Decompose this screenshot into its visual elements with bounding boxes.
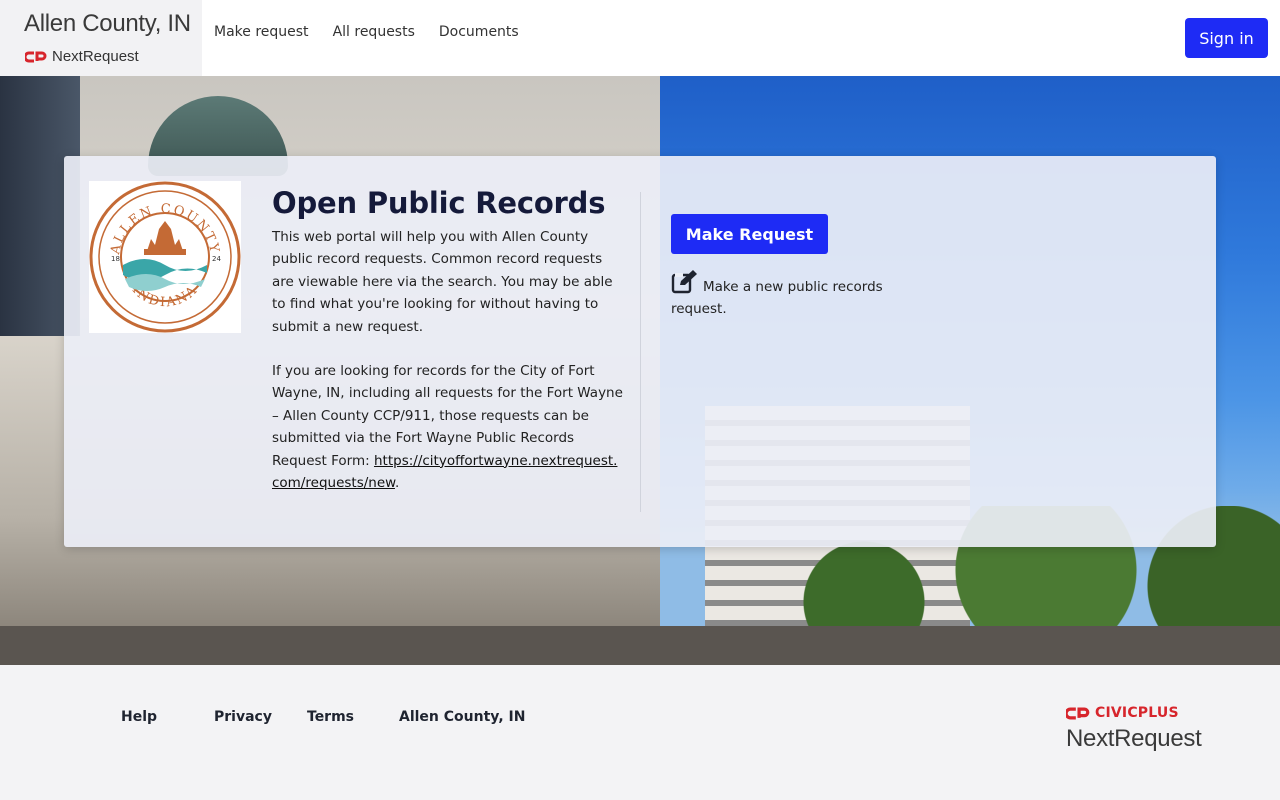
intro-description: This web portal will help you with Allen…: [272, 226, 624, 494]
footer-county-link[interactable]: Allen County, IN: [399, 709, 525, 725]
page-title: Open Public Records: [272, 186, 606, 220]
footer-privacy-link[interactable]: Privacy: [214, 709, 307, 725]
column-divider: [640, 192, 641, 512]
county-seal: ALLEN COUNTY INDIANA 18 24: [89, 181, 241, 333]
edit-icon: [671, 270, 697, 294]
brand-sub: NextRequest: [25, 48, 139, 65]
nav-all-requests[interactable]: All requests: [333, 24, 415, 40]
footer-help-link[interactable]: Help: [121, 709, 214, 725]
svg-text:24: 24: [212, 255, 221, 263]
footer-product-name: NextRequest: [1066, 725, 1202, 752]
make-request-description: Make a new public records request.: [671, 270, 911, 320]
civicplus-brand[interactable]: CIVICPLUS NextRequest: [1066, 705, 1202, 753]
civicplus-logo-icon: [1066, 707, 1090, 719]
footer-links: Help Privacy Terms Allen County, IN: [121, 709, 525, 725]
main-nav: Make request All requests Documents: [214, 24, 519, 40]
county-seal-icon: ALLEN COUNTY INDIANA 18 24: [89, 181, 241, 333]
intro-text-column: Open Public Records This web portal will…: [272, 186, 624, 494]
brand-block[interactable]: Allen County, IN NextRequest: [0, 0, 202, 76]
intro-paragraph-2: If you are looking for records for the C…: [272, 360, 624, 494]
street-image: [0, 626, 1280, 665]
nav-documents[interactable]: Documents: [439, 24, 519, 40]
svg-text:18: 18: [111, 255, 120, 263]
make-request-desc-text: Make a new public records request.: [671, 279, 883, 317]
hero-section: ALLEN COUNTY INDIANA 18 24 Open Public R…: [0, 76, 1280, 665]
county-name: Allen County, IN: [24, 10, 191, 37]
civicplus-row: CIVICPLUS: [1066, 705, 1201, 721]
sign-in-button[interactable]: Sign in: [1185, 18, 1268, 58]
nav-make-request[interactable]: Make request: [214, 24, 309, 40]
product-name: NextRequest: [52, 48, 139, 65]
site-header: Allen County, IN NextRequest Make reques…: [0, 0, 1280, 76]
intro-paragraph-1: This web portal will help you with Allen…: [272, 229, 613, 335]
site-footer: Help Privacy Terms Allen County, IN CIVI…: [0, 665, 1280, 800]
civicplus-label: CIVICPLUS: [1095, 705, 1179, 721]
intro-card: ALLEN COUNTY INDIANA 18 24 Open Public R…: [64, 156, 1216, 547]
make-request-button[interactable]: Make Request: [671, 214, 828, 254]
make-request-column: Make Request Make a new public records r…: [671, 214, 911, 320]
footer-terms-link[interactable]: Terms: [307, 709, 399, 725]
link-suffix: .: [394, 475, 400, 492]
civicplus-logo-icon: [25, 51, 47, 62]
